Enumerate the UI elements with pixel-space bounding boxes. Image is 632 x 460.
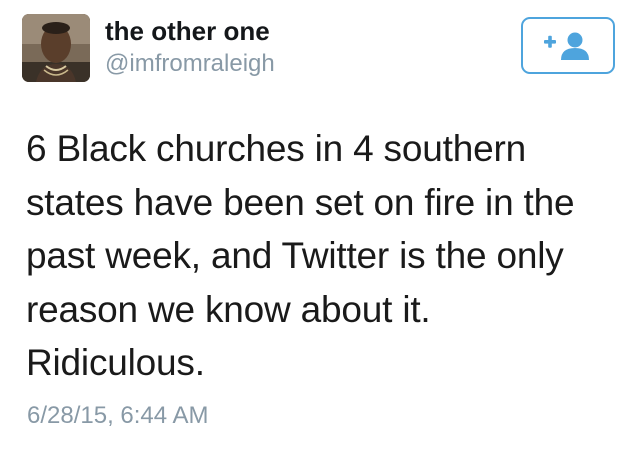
avatar[interactable] <box>22 14 90 82</box>
avatar-image <box>22 14 90 82</box>
user-info: the other one @imfromraleigh <box>105 14 275 80</box>
display-name[interactable]: the other one <box>105 14 275 48</box>
user-handle[interactable]: @imfromraleigh <box>105 48 275 80</box>
tweet-timestamp[interactable]: 6/28/15, 6:44 AM <box>27 400 208 432</box>
follow-button[interactable] <box>521 17 615 74</box>
tweet-card: the other one @imfromraleigh 6 Black chu… <box>0 0 632 460</box>
tweet-text: 6 Black churches in 4 southern states ha… <box>26 128 575 383</box>
add-user-icon <box>544 32 589 60</box>
